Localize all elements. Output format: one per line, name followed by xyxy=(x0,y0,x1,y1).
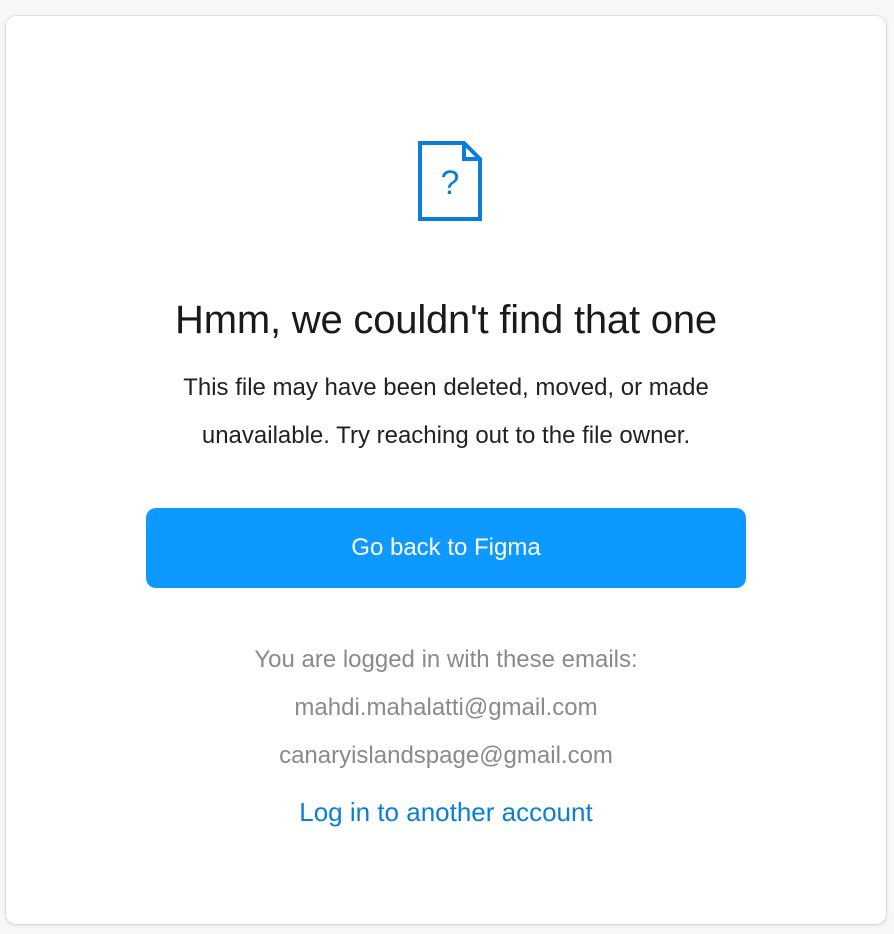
question-mark-glyph: ? xyxy=(441,164,460,202)
account-email: canaryislandspage@gmail.com xyxy=(279,742,613,769)
error-card: ? Hmm, we couldn't find that one This fi… xyxy=(6,16,886,924)
accounts-heading: You are logged in with these emails: xyxy=(254,646,638,673)
page-title: Hmm, we couldn't find that one xyxy=(175,298,717,342)
description-line-2: unavailable. Try reaching out to the fil… xyxy=(201,422,691,449)
account-email: mahdi.mahalatti@gmail.com xyxy=(294,694,598,721)
description-line-1: This file may have been deleted, moved, … xyxy=(183,374,709,401)
error-description: This file may have been deleted, moved, … xyxy=(146,364,746,460)
go-back-button[interactable]: Go back to Figma xyxy=(146,508,746,588)
missing-file-icon: ? xyxy=(418,141,482,221)
logged-in-accounts: You are logged in with these emails: mah… xyxy=(6,636,886,780)
login-another-account-link[interactable]: Log in to another account xyxy=(6,788,886,836)
